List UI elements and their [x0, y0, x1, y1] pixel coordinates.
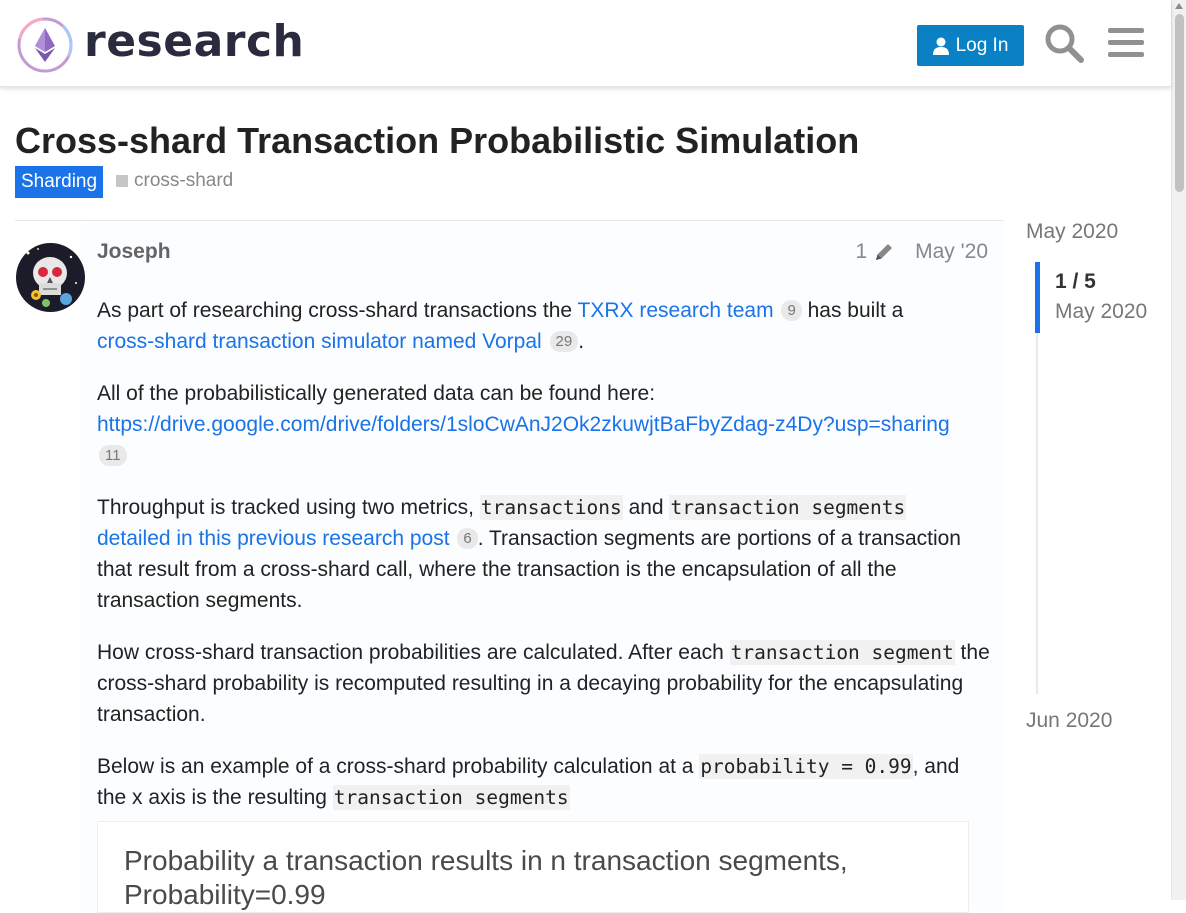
user-avatar[interactable]	[16, 243, 85, 312]
post-username[interactable]: Joseph	[97, 240, 171, 264]
post-date[interactable]: May '20	[915, 240, 988, 264]
inline-code: probability = 0.99	[699, 754, 913, 779]
chart-image[interactable]: Probability a transaction results in n t…	[97, 821, 969, 913]
page-scrollbar[interactable]	[1171, 0, 1186, 900]
link-click-count: 6	[457, 528, 478, 549]
timeline-end-date[interactable]: Jun 2020	[1026, 709, 1112, 733]
paragraph-3: Throughput is tracked using two metrics,…	[97, 492, 992, 616]
user-icon	[932, 37, 949, 55]
text: Throughput is tracked using two metrics,	[97, 496, 480, 519]
timeline-start-date[interactable]: May 2020	[1026, 220, 1118, 244]
text: .	[578, 330, 585, 353]
site-header: research Log In	[0, 0, 1171, 87]
search-icon[interactable]	[1043, 22, 1085, 64]
txrx-team-link[interactable]: TXRX research team	[578, 299, 774, 322]
text: As part of researching cross-shard trans…	[97, 299, 578, 322]
paragraph-5: Below is an example of a cross-shard pro…	[97, 751, 992, 813]
vorpal-simulator-link[interactable]: cross-shard transaction simulator named …	[97, 330, 542, 353]
link-click-count: 29	[549, 331, 579, 352]
post-content: As part of researching cross-shard trans…	[97, 295, 992, 834]
site-logo-text[interactable]: research	[84, 14, 304, 70]
paragraph-4: How cross-shard transaction probabilitie…	[97, 637, 992, 730]
previous-research-post-link[interactable]: detailed in this previous research post	[97, 527, 450, 550]
login-label: Log In	[955, 34, 1009, 56]
login-button[interactable]: Log In	[917, 25, 1024, 66]
timeline-handle[interactable]	[1035, 262, 1040, 333]
edit-count: 1	[855, 240, 868, 263]
scrollbar-thumb[interactable]	[1175, 14, 1184, 192]
paragraph-1: As part of researching cross-shard trans…	[97, 295, 992, 357]
inline-code: transaction segment	[729, 640, 955, 665]
edit-history-button[interactable]: 1	[855, 240, 895, 264]
topic-title[interactable]: Cross-shard Transaction Probabilistic Si…	[15, 118, 859, 164]
hamburger-menu-icon[interactable]	[1105, 22, 1147, 64]
pencil-icon	[876, 244, 893, 260]
google-drive-link[interactable]: https://drive.google.com/drive/folders/1…	[97, 413, 950, 436]
chart-image-title: Probability a transaction results in n t…	[124, 845, 848, 910]
ethresear-logo-icon[interactable]	[16, 16, 74, 74]
topic-timeline: May 2020 1 / 5 May 2020 Jun 2020	[1026, 220, 1171, 740]
text: and	[622, 496, 670, 519]
link-click-count: 9	[781, 300, 802, 321]
tag-label: cross-shard	[134, 170, 234, 191]
tag-cross-shard[interactable]: cross-shard	[116, 168, 233, 194]
inline-code: transaction segments	[332, 785, 570, 810]
text: has built a	[801, 299, 904, 322]
scroll-up-arrow-icon[interactable]	[1175, 3, 1183, 9]
text: All of the probabilistically generated d…	[97, 382, 656, 405]
inline-code: transactions	[479, 495, 623, 520]
inline-code: transaction segments	[669, 495, 907, 520]
paragraph-2: All of the probabilistically generated d…	[97, 378, 992, 471]
text: How cross-shard transaction probabilitie…	[97, 641, 730, 664]
category-badge[interactable]: Sharding	[15, 166, 104, 198]
text: Below is an example of a cross-shard pro…	[97, 755, 700, 778]
link-click-count: 11	[99, 445, 127, 466]
post-meta: 1 May '20	[855, 240, 988, 264]
tag-square-icon	[116, 175, 128, 187]
timeline-current-date: May 2020	[1055, 300, 1148, 323]
timeline-position: 1 / 5	[1055, 270, 1096, 293]
